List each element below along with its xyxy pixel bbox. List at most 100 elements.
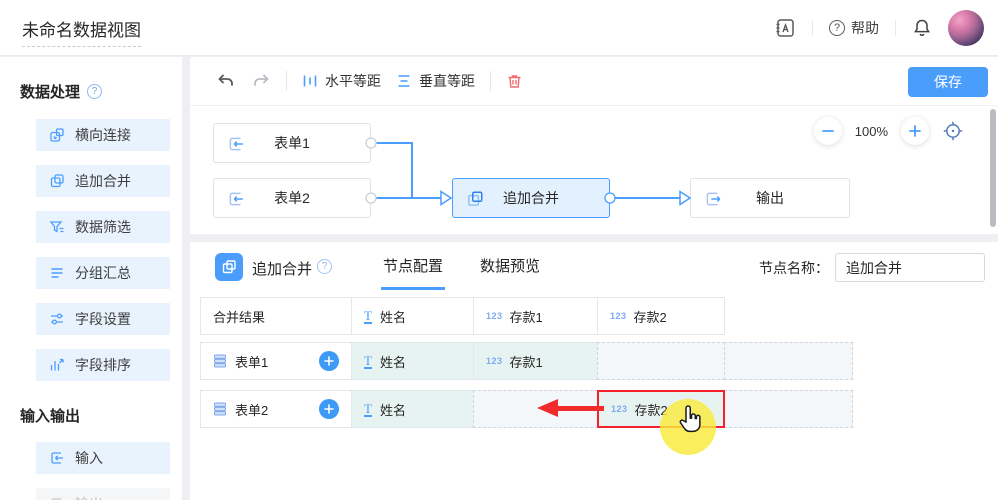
sidebar-section-input-output: 输入输出 xyxy=(20,405,182,426)
node-name-label: 节点名称： xyxy=(759,258,829,278)
bell-icon[interactable] xyxy=(912,18,932,38)
flow-node-output[interactable]: 输出 xyxy=(690,178,850,218)
sidebar-item-data-filter[interactable]: 数据筛选 xyxy=(36,211,170,243)
header-name[interactable]: T 姓名 xyxy=(351,297,474,335)
section-title: 输入输出 xyxy=(20,405,80,426)
sidebar-section-data-processing: 数据处理 ? xyxy=(20,81,182,102)
horizontal-spacing-button[interactable]: 水平等距 xyxy=(302,71,381,91)
number-type-icon: 123 xyxy=(610,311,627,321)
divider xyxy=(286,71,287,91)
input-icon xyxy=(49,450,65,466)
minus-icon xyxy=(821,124,835,138)
question-circle-icon[interactable]: ? xyxy=(87,84,102,99)
sidebar-item-horizontal-join[interactable]: 横向连接 xyxy=(36,119,170,151)
arrowhead-icon xyxy=(680,192,690,205)
form-icon xyxy=(213,354,227,368)
sidebar-item-append-merge[interactable]: 追加合并 xyxy=(36,165,170,197)
divider xyxy=(490,71,491,91)
header-deposit1[interactable]: 123 存款1 xyxy=(473,297,598,335)
topbar-actions: ? 帮助 xyxy=(774,0,984,56)
node-config-panel: 追加合并 ? 节点配置 数据预览 节点名称： 合并结果 T 姓名 123 存款1… xyxy=(190,242,998,500)
zoom-out-button[interactable] xyxy=(814,117,842,145)
panel-title: 追加合并 xyxy=(252,258,312,279)
field-label: 姓名 xyxy=(380,400,406,419)
add-field-button[interactable] xyxy=(319,399,339,419)
field-label: 存款1 xyxy=(510,352,543,371)
locate-center-button[interactable] xyxy=(942,120,964,142)
flow-node-form1[interactable]: 表单1 xyxy=(213,123,371,163)
flow-canvas[interactable]: 水平等距 垂直等距 保存 表单1 表单2 xyxy=(190,57,998,234)
trash-icon xyxy=(506,73,523,90)
vertical-spacing-button[interactable]: 垂直等距 xyxy=(396,71,475,91)
help-button[interactable]: ? 帮助 xyxy=(829,18,879,38)
node-label: 表单1 xyxy=(214,124,370,162)
table-header-row: 合并结果 T 姓名 123 存款1 123 存款2 xyxy=(200,297,853,335)
sidebar-item-group-summary[interactable]: 分组汇总 xyxy=(36,257,170,289)
zoom-level: 100% xyxy=(855,124,888,139)
divider xyxy=(812,20,813,36)
tab-data-preview[interactable]: 数据预览 xyxy=(480,242,540,292)
document-title[interactable]: 未命名数据视图 xyxy=(22,16,141,47)
undo-icon xyxy=(216,72,236,90)
empty-cell[interactable] xyxy=(724,390,853,428)
tab-node-config[interactable]: 节点配置 xyxy=(383,242,443,292)
table-row-form2: 表单2 T 姓名 123 存款2 xyxy=(200,390,853,428)
arrowhead-icon xyxy=(441,192,451,205)
sidebar-item-field-settings[interactable]: 字段设置 xyxy=(36,303,170,335)
source-label: 表单1 xyxy=(235,352,268,371)
sidebar-item-label: 横向连接 xyxy=(75,125,131,145)
panel-tabs: 节点配置 数据预览 xyxy=(383,242,540,292)
mapped-cell-name[interactable]: T 姓名 xyxy=(351,342,474,380)
sidebar-item-label: 分组汇总 xyxy=(75,263,131,283)
canvas-scrollbar[interactable] xyxy=(990,109,996,227)
source-cell-form2: 表单2 xyxy=(200,390,352,428)
header-label: 存款2 xyxy=(634,307,667,326)
node-label: 输出 xyxy=(691,179,849,217)
source-label: 表单2 xyxy=(235,400,268,419)
number-type-icon: 123 xyxy=(486,311,503,321)
sidebar-item-input[interactable]: 输入 xyxy=(36,442,170,474)
save-button[interactable]: 保存 xyxy=(908,67,988,97)
horizontal-spacing-label: 水平等距 xyxy=(325,71,381,91)
node-label: 表单2 xyxy=(214,179,370,217)
empty-cell[interactable] xyxy=(597,342,725,380)
zoom-controls: 100% xyxy=(814,117,964,145)
sidebar-item-label: 字段设置 xyxy=(75,309,131,329)
group-summary-icon xyxy=(49,265,65,281)
mapped-cell-name[interactable]: T 姓名 xyxy=(351,390,474,428)
zoom-in-button[interactable] xyxy=(901,117,929,145)
highlighted-cell-deposit2[interactable]: 123 存款2 xyxy=(597,390,725,428)
field-label: 存款2 xyxy=(635,400,668,419)
text-type-icon: T xyxy=(364,309,372,324)
flow-node-form2[interactable]: 表单2 xyxy=(213,178,371,218)
undo-button[interactable] xyxy=(216,72,236,90)
divider xyxy=(895,20,896,36)
node-label: 追加合并 xyxy=(453,179,609,217)
help-label: 帮助 xyxy=(851,18,879,38)
add-field-button[interactable] xyxy=(319,351,339,371)
empty-cell[interactable] xyxy=(724,342,853,380)
sidebar-item-label: 输出 xyxy=(75,494,103,500)
header-deposit2[interactable]: 123 存款2 xyxy=(597,297,725,335)
delete-button[interactable] xyxy=(506,73,523,90)
header-label: 姓名 xyxy=(380,307,406,326)
filter-icon xyxy=(49,219,65,235)
sidebar-item-field-sort[interactable]: 字段排序 xyxy=(36,349,170,381)
question-circle-icon[interactable]: ? xyxy=(317,259,332,274)
topbar: 未命名数据视图 ? 帮助 xyxy=(0,0,998,56)
contact-icon[interactable] xyxy=(774,17,796,39)
sidebar-item-label: 输入 xyxy=(75,448,103,468)
output-icon xyxy=(49,496,65,500)
node-name-input[interactable] xyxy=(835,253,985,282)
redo-button[interactable] xyxy=(251,72,271,90)
source-cell-form1: 表单1 xyxy=(200,342,352,380)
empty-cell-drop-target[interactable] xyxy=(473,390,598,428)
user-avatar[interactable] xyxy=(948,10,984,46)
plus-icon xyxy=(324,356,334,366)
header-merge-result: 合并结果 xyxy=(200,297,352,335)
vertical-spacing-label: 垂直等距 xyxy=(419,71,475,91)
vertical-spacing-icon xyxy=(396,73,412,89)
mapped-cell-deposit1[interactable]: 123 存款1 xyxy=(473,342,598,380)
section-title: 数据处理 xyxy=(20,81,80,102)
flow-node-append-merge[interactable]: 追加合并 xyxy=(452,178,610,218)
